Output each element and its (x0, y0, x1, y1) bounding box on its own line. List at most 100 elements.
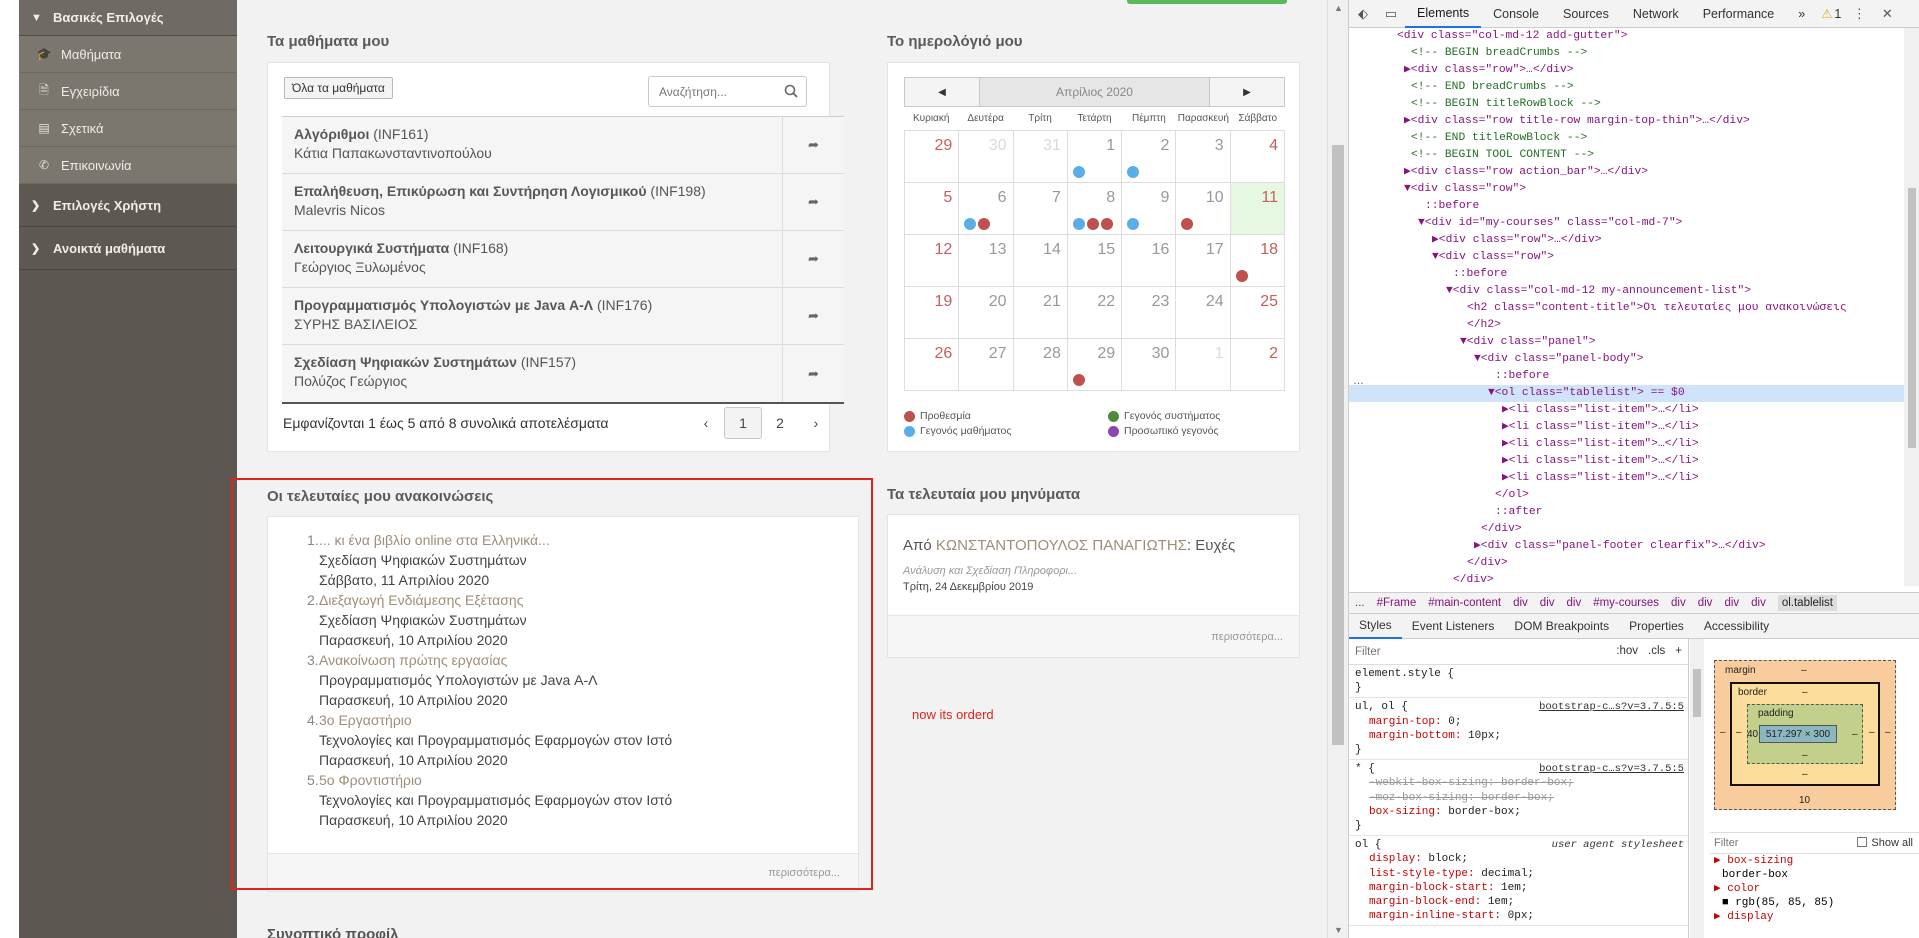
dom-node-line[interactable]: ▶<div class="row title-row margin-top-th… (1349, 113, 1904, 130)
margin-right-value[interactable]: – (1885, 727, 1891, 738)
show-all-checkbox[interactable] (1857, 837, 1868, 847)
dom-node-line[interactable]: ▼<div class="col-md-12 my-announcement-l… (1349, 283, 1904, 300)
css-property[interactable]: box-sizing: border-box; (1355, 805, 1682, 819)
calendar-day[interactable]: 12 (905, 235, 960, 287)
event-dot[interactable] (978, 218, 991, 230)
padding-right-value[interactable]: – (1852, 729, 1858, 740)
calendar-day[interactable]: 10 (1176, 183, 1231, 235)
computed-property[interactable]: ▶ display (1710, 910, 1919, 924)
calendar-day[interactable]: 24 (1176, 287, 1231, 339)
css-property[interactable]: margin-block-start: 1em; (1355, 881, 1682, 895)
box-model-content[interactable]: 517.297 × 300 (1759, 725, 1837, 743)
calendar-day[interactable]: 21 (1013, 287, 1068, 339)
warnings-indicator[interactable]: ⚠ 1 (1817, 0, 1845, 28)
dom-node-line[interactable]: ▼<div id="my-courses" class="col-md-7"> (1349, 215, 1904, 232)
scroll-down-arrow-icon[interactable]: ▼ (1328, 922, 1349, 938)
tab-performance[interactable]: Performance (1691, 0, 1787, 28)
tab-event-listeners[interactable]: Event Listeners (1402, 614, 1505, 639)
breadcrumb-item[interactable]: #my-courses (1593, 597, 1659, 609)
message-subject[interactable]: : Ευχές (1187, 537, 1235, 554)
dom-node-line[interactable]: ▶<li class="list-item">…</li> (1349, 402, 1904, 419)
dom-node-line[interactable]: </div> (1349, 572, 1904, 586)
styles-scrollbar[interactable] (1690, 639, 1704, 938)
calendar-day[interactable]: 15 (1067, 235, 1123, 287)
dom-node-line[interactable]: </h2> (1349, 317, 1904, 334)
calendar-day[interactable]: 8 (1067, 183, 1123, 235)
dom-node-line[interactable]: <!-- BEGIN titleRowBlock --> (1349, 96, 1904, 113)
dom-node-line[interactable]: ▼<div class="panel-body"> (1349, 351, 1904, 368)
dom-node-line[interactable]: ▶<li class="list-item">…</li> (1349, 436, 1904, 453)
calendar-day[interactable]: 31 (1013, 131, 1068, 183)
calendar-day[interactable]: 3 (1176, 131, 1231, 183)
unregister-icon[interactable]: ➦ (782, 231, 844, 287)
calendar-prev-button[interactable]: ◀ (904, 77, 980, 107)
breadcrumb-item[interactable]: div (1540, 597, 1555, 609)
breadcrumb-item[interactable]: #main-content (1428, 597, 1501, 609)
calendar-day[interactable]: 17 (1176, 235, 1231, 287)
course-row[interactable]: Προγραμματισμός Υπολογιστών με Java Α-Λ … (282, 288, 844, 345)
device-toolbar-icon[interactable]: ▭ (1377, 0, 1405, 28)
sidebar-group-open-courses[interactable]: ❯ Ανοικτά μαθήματα (19, 227, 237, 270)
course-name[interactable]: Σχεδίαση Ψηφιακών Συστημάτων (294, 354, 517, 370)
calendar-day[interactable]: 23 (1122, 287, 1177, 339)
css-selector[interactable]: element.style { (1355, 667, 1682, 681)
calendar-day[interactable]: 13 (959, 235, 1014, 287)
calendar-day[interactable]: 14 (1013, 235, 1068, 287)
event-dot[interactable] (1127, 218, 1140, 230)
computed-property[interactable]: ▶ box-sizing border-box (1710, 854, 1919, 882)
calendar-next-button[interactable]: ▶ (1209, 77, 1285, 107)
tab-styles[interactable]: Styles (1349, 614, 1402, 639)
course-name[interactable]: Επαλήθευση, Επικύρωση και Συντήρηση Λογι… (294, 183, 647, 199)
calendar-day[interactable]: 5 (905, 183, 960, 235)
calendar-day[interactable]: 20 (959, 287, 1014, 339)
breadcrumb-item[interactable]: div (1751, 597, 1766, 609)
scroll-up-arrow-icon[interactable]: ▲ (1328, 0, 1349, 16)
event-dot[interactable] (1072, 166, 1085, 178)
margin-left-value[interactable]: – (1720, 727, 1726, 738)
calendar-day[interactable]: 16 (1122, 235, 1177, 287)
dom-node-line[interactable]: ::before (1349, 198, 1904, 215)
computed-filter-input[interactable] (1714, 837, 1824, 849)
border-top-value[interactable]: – (1802, 687, 1808, 698)
green-action-button-edge[interactable] (1127, 0, 1287, 4)
new-rule-button[interactable]: + (1675, 644, 1682, 658)
breadcrumb-item[interactable]: ... (1355, 597, 1365, 609)
padding-bottom-value[interactable]: – (1802, 750, 1808, 761)
dom-node-line[interactable]: ▶<div class="panel-footer clearfix">…</d… (1349, 538, 1904, 555)
dom-node-line[interactable]: <div class="col-md-12 add-gutter"> (1349, 28, 1904, 45)
dom-node-line[interactable]: ▼<div class="row"> (1349, 249, 1904, 266)
calendar-day[interactable]: 6 (959, 183, 1014, 235)
message-sender[interactable]: ΚΩΝΣΤΑΝΤΟΠΟΥΛΟΣ ΠΑΝΑΓΙΩΤΗΣ (936, 537, 1187, 554)
course-row[interactable]: Σχεδίαση Ψηφιακών Συστημάτων (INF157) Πο… (282, 345, 844, 402)
course-name[interactable]: Αλγόριθμοι (294, 126, 369, 142)
breadcrumb-item[interactable]: div (1513, 597, 1528, 609)
calendar-day[interactable]: 7 (1013, 183, 1068, 235)
page-scrollbar[interactable]: ▲ ▼ (1327, 0, 1348, 938)
calendar-day[interactable]: 29 (905, 131, 960, 183)
tab-dom-breakpoints[interactable]: DOM Breakpoints (1504, 614, 1619, 639)
dom-node-line[interactable]: ::after (1349, 504, 1904, 521)
event-dot[interactable] (1072, 374, 1085, 386)
scrollbar-thumb[interactable] (1332, 145, 1344, 745)
event-dot[interactable] (964, 218, 977, 230)
css-property[interactable]: -webkit-box-sizing: border-box; (1355, 776, 1682, 790)
dom-node-line[interactable]: ▶<div class="row">…</div> (1349, 62, 1904, 79)
dom-node-line[interactable]: <h2 class="content-title">Οι τελευταίες … (1349, 300, 1904, 317)
calendar-day[interactable]: 28 (1013, 339, 1068, 391)
margin-bottom-value[interactable]: 10 (1799, 795, 1810, 806)
calendar-day[interactable]: 18 (1230, 235, 1285, 287)
dom-node-line[interactable]: ▶<div class="row action_bar">…</div> (1349, 164, 1904, 181)
calendar-day[interactable]: 11 (1230, 183, 1285, 235)
dom-node-line[interactable]: ▼<div class="panel"> (1349, 334, 1904, 351)
breadcrumb-item[interactable]: div (1671, 597, 1686, 609)
css-rule-source[interactable]: bootstrap-c…s?v=3.7.5:5 (1539, 700, 1684, 714)
event-dot[interactable] (1100, 218, 1113, 230)
course-name[interactable]: Λειτουργικά Συστήματα (294, 240, 449, 256)
dom-node-line[interactable]: ▶<div class="row">…</div> (1349, 232, 1904, 249)
css-property[interactable]: margin-inline-start: 0px; (1355, 909, 1682, 923)
dom-node-line[interactable]: ▼<div class="row"> (1349, 181, 1904, 198)
calendar-day[interactable]: 25 (1230, 287, 1285, 339)
css-property[interactable]: margin-bottom: 10px; (1355, 729, 1682, 743)
hover-state-toggle[interactable]: :hov (1616, 644, 1638, 658)
dom-node-line[interactable]: ▶<li class="list-item">…</li> (1349, 470, 1904, 487)
